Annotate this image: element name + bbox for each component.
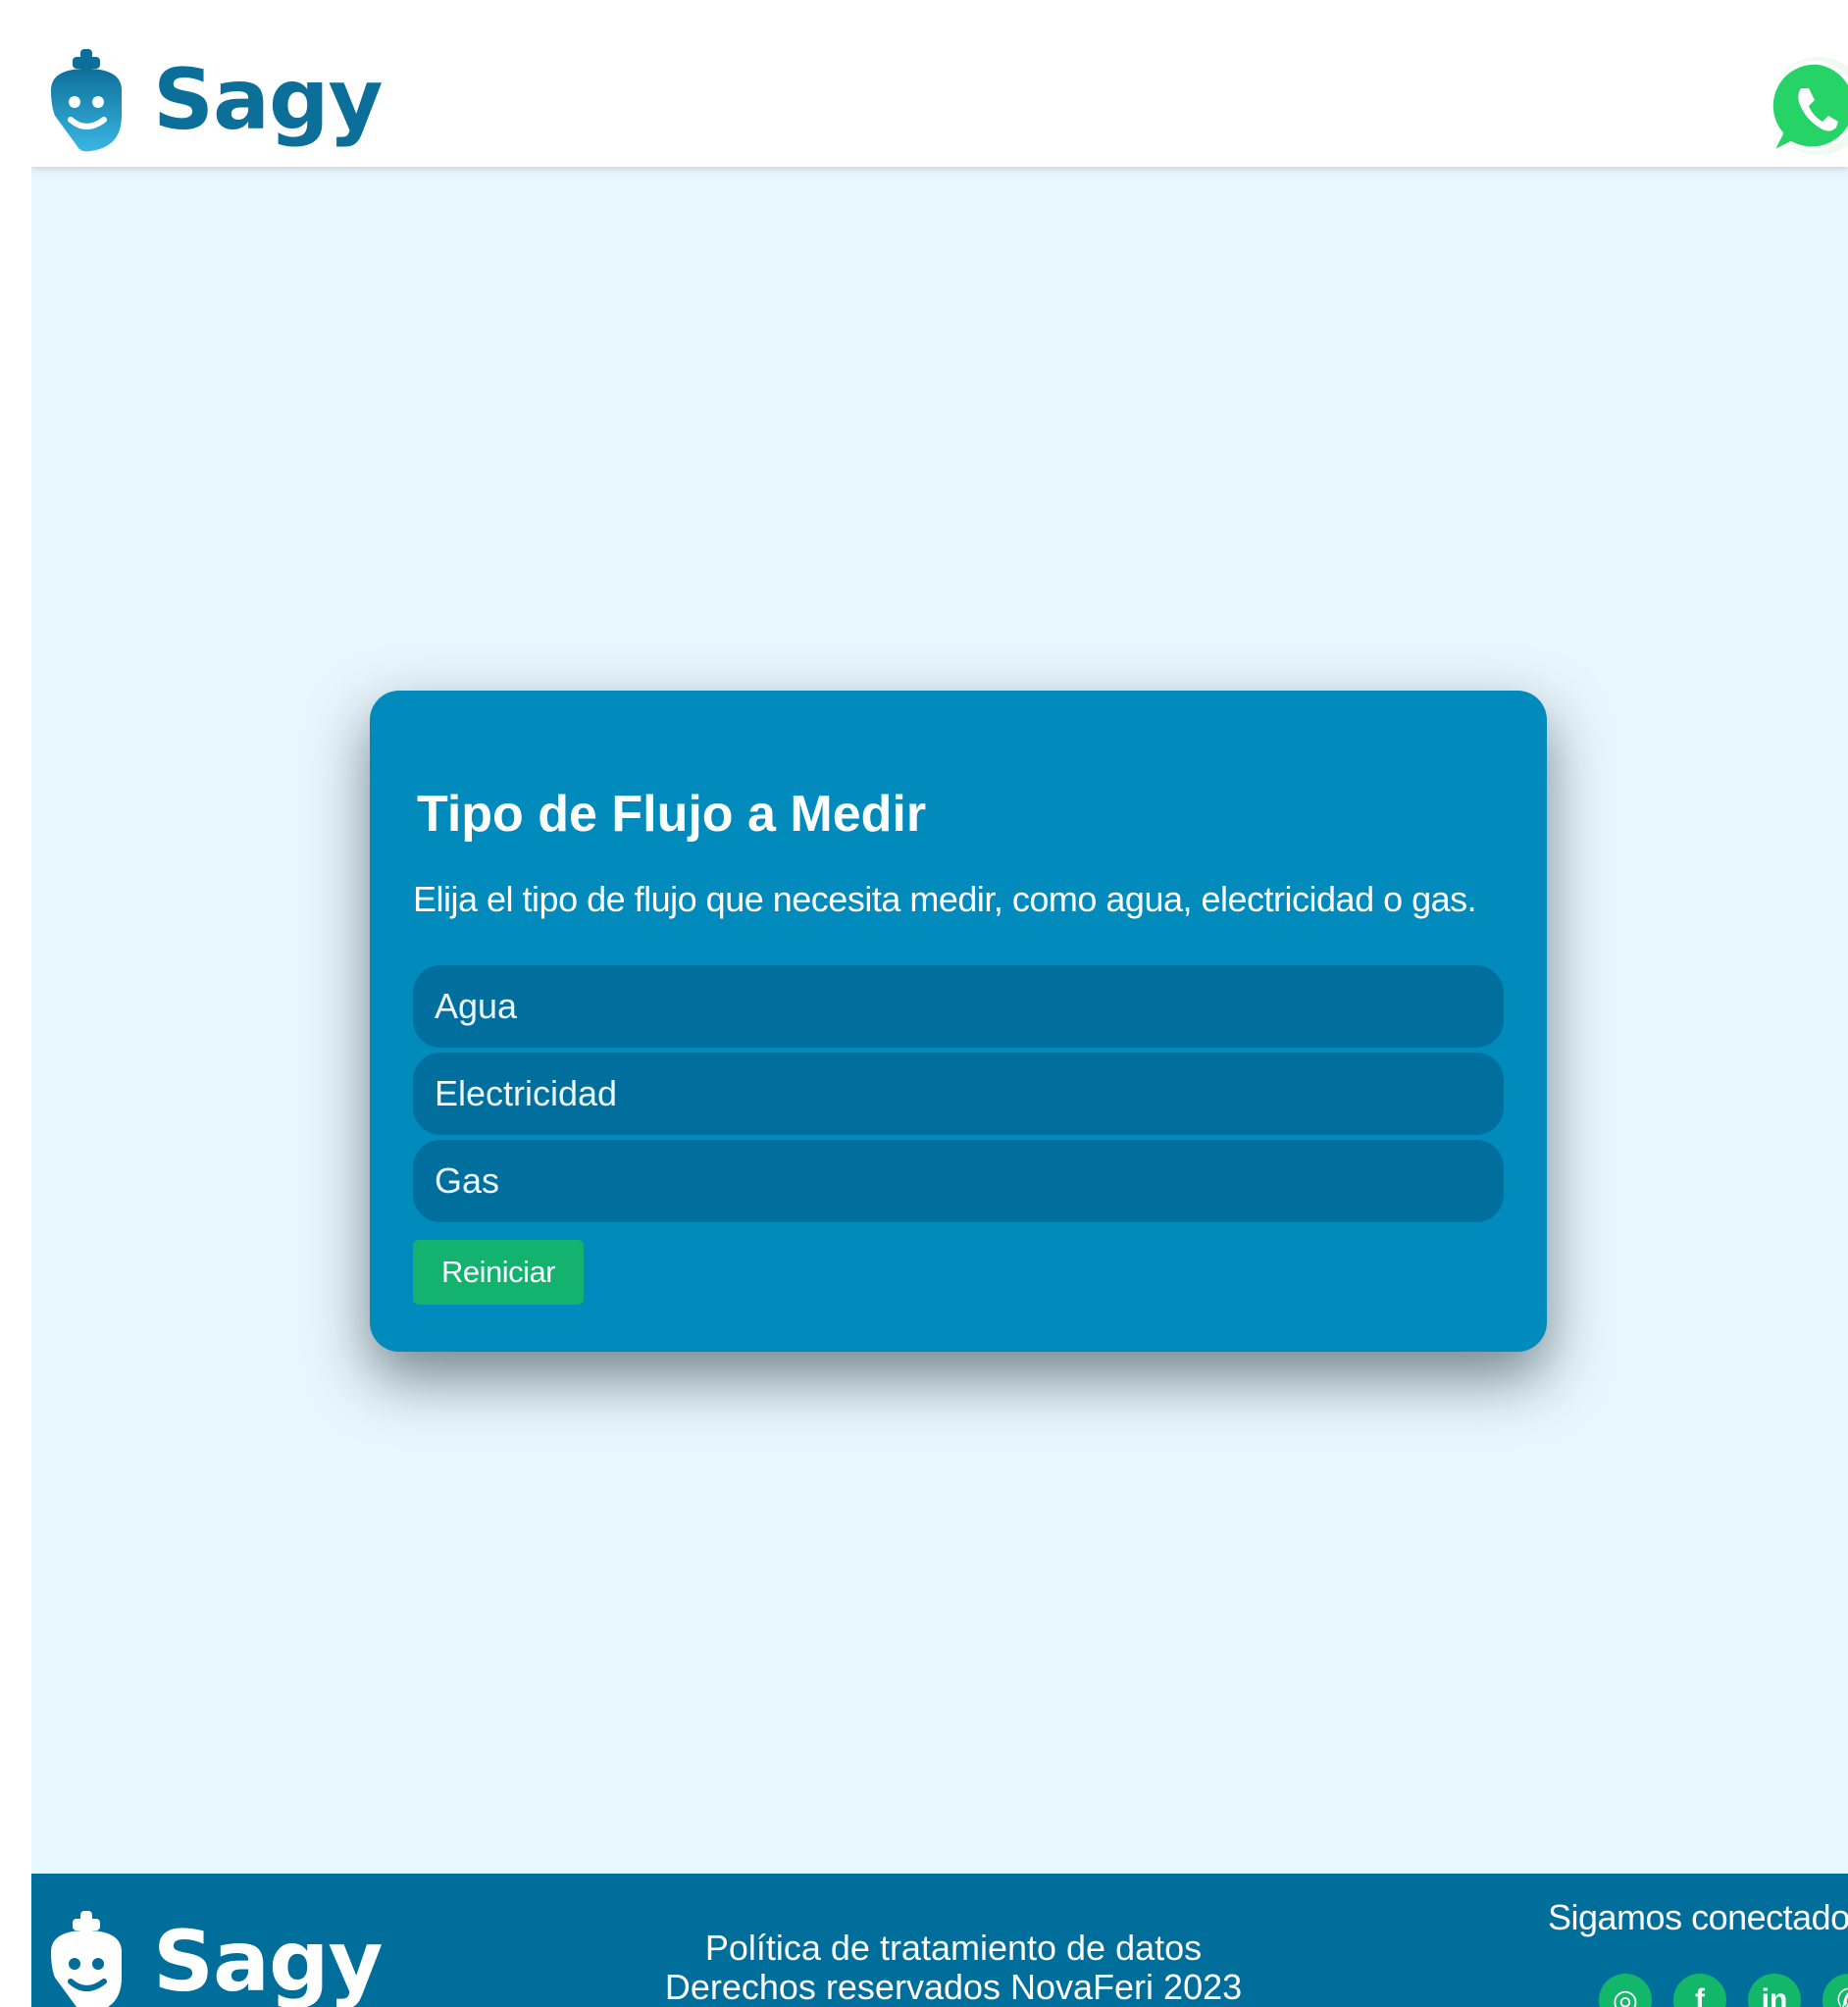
page: Sagy Tipo de Flujo a Medir Elija el tipo… <box>31 35 1848 2007</box>
whatsapp-float-button[interactable] <box>1760 51 1848 167</box>
footer-brand-text: Sagy <box>153 1913 384 2007</box>
whatsapp-icon <box>1767 57 1848 158</box>
option-agua[interactable]: Agua <box>413 965 1504 1048</box>
privacy-policy-link[interactable]: Política de tratamiento de datos <box>705 1928 1202 1968</box>
instagram-icon[interactable]: ◎ <box>1599 1974 1652 2007</box>
sagy-logo-icon <box>51 49 122 152</box>
social-links: ◎ f in ✆ <box>1599 1974 1848 2007</box>
whatsapp-icon[interactable]: ✆ <box>1822 1974 1848 2007</box>
linkedin-icon[interactable]: in <box>1748 1974 1801 2007</box>
sagy-logo-icon <box>51 1911 122 2007</box>
option-label: Gas <box>435 1160 500 1201</box>
header-brand-text: Sagy <box>153 51 384 149</box>
option-label: Agua <box>435 986 518 1026</box>
header-logo-link[interactable]: Sagy <box>41 45 384 155</box>
reset-button[interactable]: Reiniciar <box>413 1240 584 1305</box>
option-label: Electricidad <box>435 1073 618 1113</box>
footer-links: Política de tratamiento de datos Derecho… <box>610 1929 1297 2007</box>
footer-logo-link[interactable]: Sagy <box>41 1907 384 2007</box>
card-description: Elija el tipo de flujo que necesita medi… <box>413 879 1477 919</box>
card-title: Tipo de Flujo a Medir <box>417 786 927 843</box>
site-header: Sagy <box>31 35 1848 167</box>
option-gas[interactable]: Gas <box>413 1140 1504 1222</box>
site-footer: Sagy Política de tratamiento de datos De… <box>31 1874 1848 2007</box>
option-electricidad[interactable]: Electricidad <box>413 1053 1504 1135</box>
social-title: Sigamos conectados <box>1548 1897 1848 1937</box>
copyright-text: Derechos reservados NovaFeri 2023 <box>664 1967 1243 2007</box>
flow-type-card: Tipo de Flujo a Medir Elija el tipo de f… <box>370 691 1547 1352</box>
facebook-icon[interactable]: f <box>1673 1974 1726 2007</box>
